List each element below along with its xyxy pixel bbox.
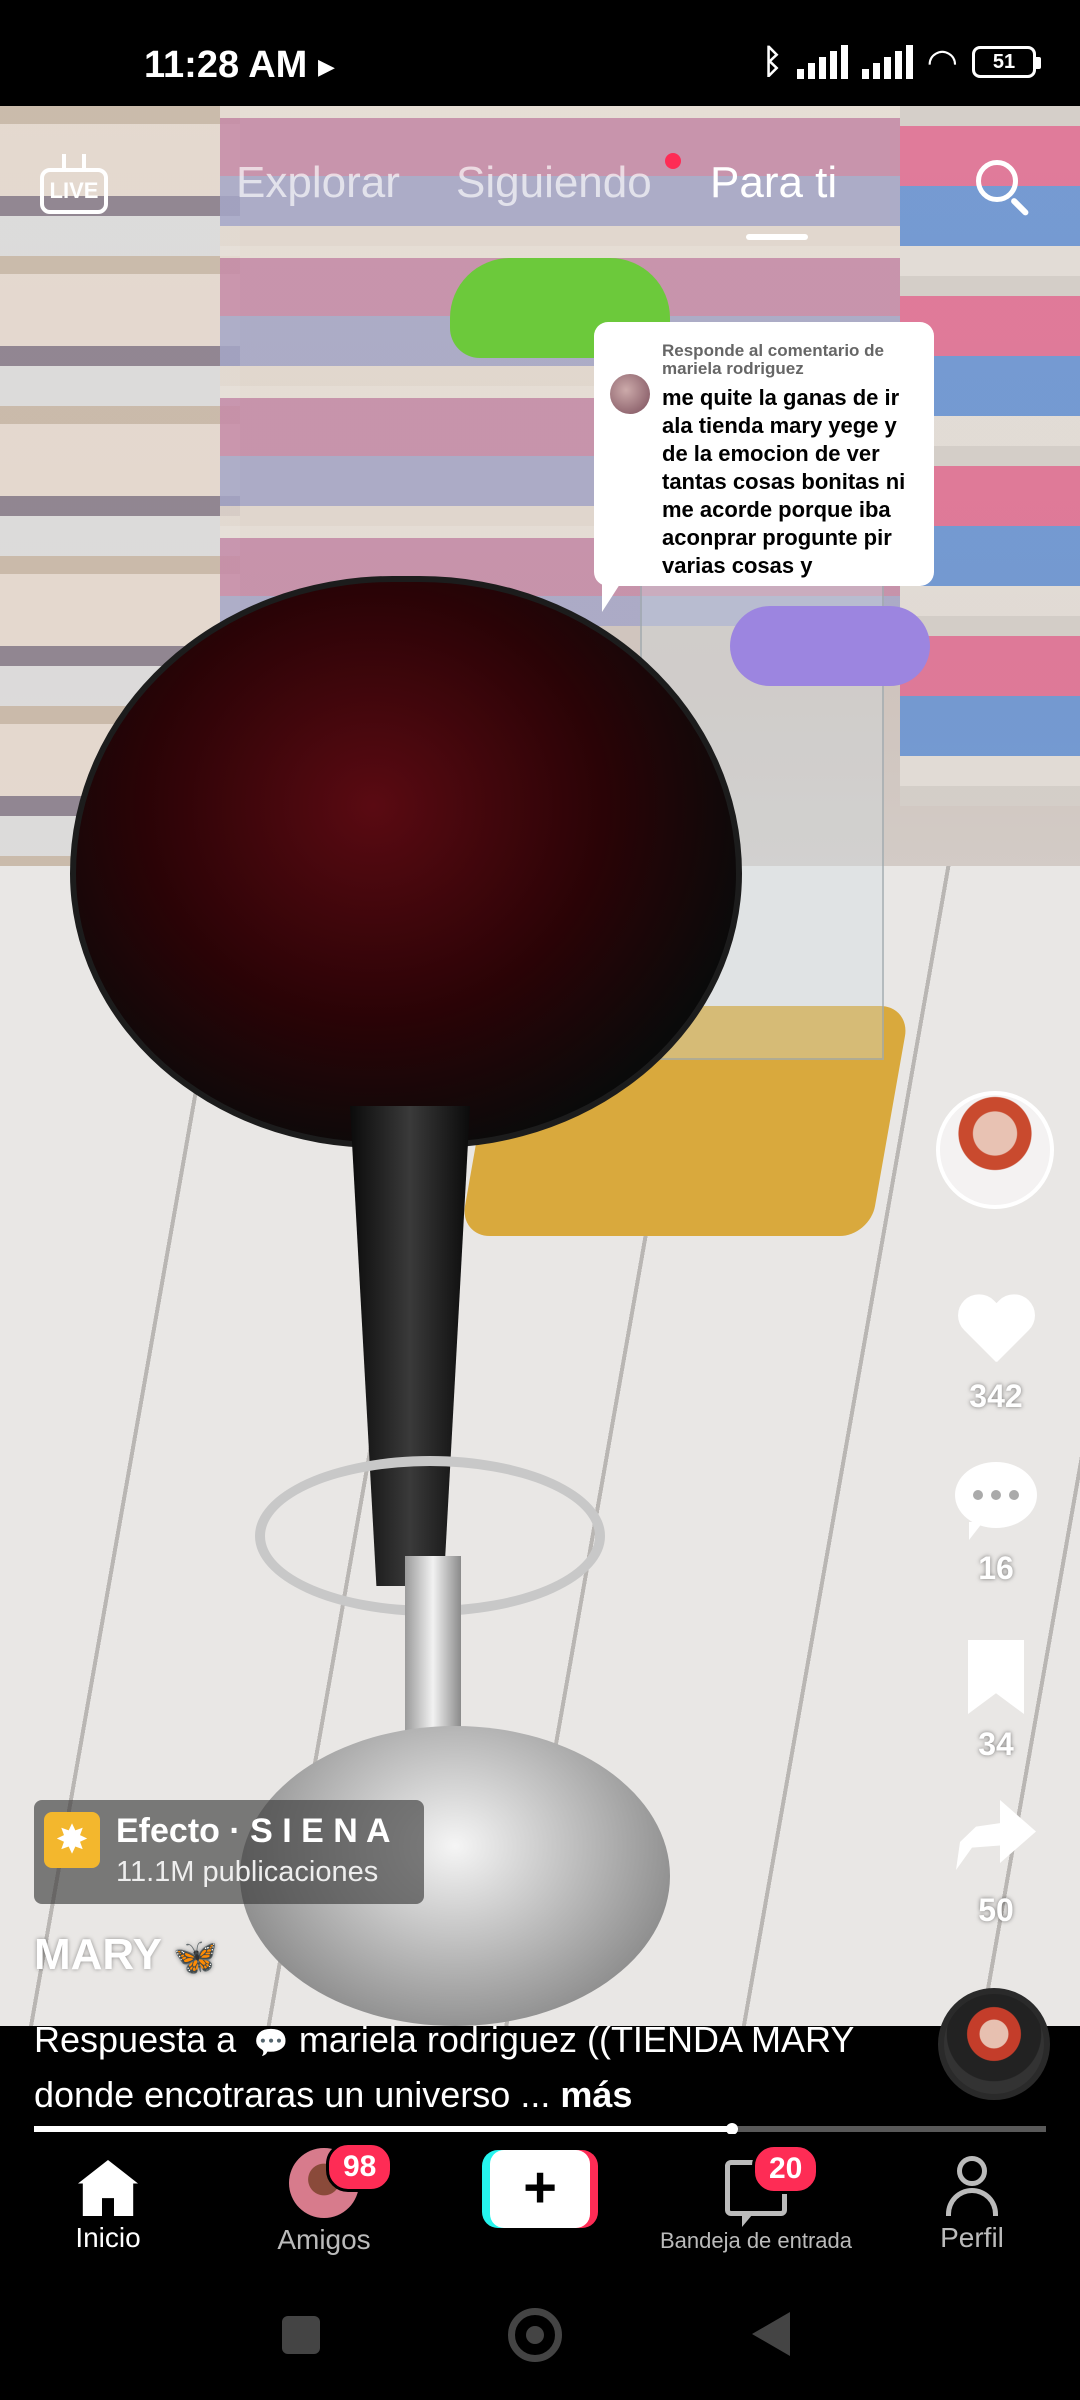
system-nav-bar xyxy=(0,2280,1080,2400)
commenter-avatar xyxy=(610,374,650,414)
wifi-icon: ◠ xyxy=(926,41,958,82)
search-icon xyxy=(976,160,1018,202)
reply-comment-sticker[interactable]: Responde al comentario de mariela rodrig… xyxy=(594,322,934,612)
bottom-nav: Inicio 98 Amigos + 20 Bandeja de entrada… xyxy=(0,2134,1080,2280)
author-username: MARY xyxy=(34,1930,162,1979)
active-tab-indicator xyxy=(746,234,808,240)
caption-mention[interactable]: mariela rodriguez xyxy=(299,2019,577,2060)
progress-fill xyxy=(34,2126,733,2132)
comment-bubble-icon: 💬 xyxy=(246,2027,289,2058)
effect-post-count: 11.1M publicaciones xyxy=(116,1856,379,1888)
profile-icon xyxy=(942,2156,1002,2216)
nav-perfil-label: Perfil xyxy=(940,2222,1004,2253)
tv-antenna-icon xyxy=(62,154,86,168)
back-button[interactable] xyxy=(752,2312,790,2356)
play-icon: ▶ xyxy=(318,54,335,79)
amigos-badge: 98 xyxy=(326,2142,394,2192)
sparkle-icon: ✸ xyxy=(44,1812,100,1868)
recents-button[interactable] xyxy=(282,2316,320,2354)
status-icons: ᛒ ◠ 51 xyxy=(762,41,1041,82)
create-post-button[interactable]: + xyxy=(482,2150,598,2228)
siguiendo-notification-dot xyxy=(665,153,681,169)
nav-perfil[interactable]: Perfil xyxy=(872,2148,1072,2254)
signal-icon xyxy=(861,45,913,79)
share-icon xyxy=(956,1800,1036,1870)
video-progress-bar[interactable] xyxy=(34,2123,1046,2135)
live-button[interactable]: LIVE xyxy=(40,154,114,216)
like-button[interactable]: 342 xyxy=(936,1296,1056,1415)
heart-icon xyxy=(955,1296,1037,1368)
bluetooth-icon: ᛒ xyxy=(762,42,783,81)
butterfly-emoji: 🦋 xyxy=(173,1936,219,1977)
author-name[interactable]: MARY 🦋 xyxy=(34,1930,218,1980)
nav-inicio[interactable]: Inicio xyxy=(8,2148,208,2254)
status-time: 11:28 AM xyxy=(144,44,308,86)
battery-icon: 51 xyxy=(972,46,1041,78)
creator-avatar[interactable] xyxy=(936,1091,1054,1209)
comment-icon xyxy=(955,1462,1037,1528)
like-count: 342 xyxy=(969,1378,1023,1414)
live-icon: LIVE xyxy=(40,168,108,214)
home-icon xyxy=(78,2160,138,2216)
comment-count: 16 xyxy=(978,1550,1014,1586)
more-button[interactable]: más xyxy=(560,2074,632,2115)
nav-amigos[interactable]: 98 Amigos xyxy=(224,2142,424,2256)
save-count: 34 xyxy=(978,1726,1014,1762)
battery-level: 51 xyxy=(992,51,1016,73)
nav-inicio-label: Inicio xyxy=(75,2222,141,2253)
bookmark-button[interactable]: 34 xyxy=(936,1640,1056,1763)
search-icon-handle xyxy=(1009,196,1030,217)
home-button[interactable] xyxy=(508,2308,562,2362)
tab-para-ti[interactable]: Para ti xyxy=(710,158,837,208)
search-button[interactable] xyxy=(972,156,1036,220)
music-disc[interactable] xyxy=(938,1988,1050,2100)
bookmark-icon xyxy=(968,1640,1024,1714)
nav-bandeja[interactable]: 20 Bandeja de entrada xyxy=(656,2144,856,2254)
tab-explorar[interactable]: Explorar xyxy=(236,158,400,208)
comment-button[interactable]: 16 xyxy=(936,1462,1056,1587)
nav-bandeja-label: Bandeja de entrada xyxy=(659,2228,853,2253)
bar-stool-seat xyxy=(70,576,742,1148)
reply-text: me quite la ganas de ir ala tienda mary … xyxy=(662,385,906,578)
top-nav: LIVE Explorar Siguiendo Para ti xyxy=(0,106,1080,256)
nav-amigos-label: Amigos xyxy=(277,2224,371,2255)
effect-name: Efecto · S I E N A xyxy=(116,1812,391,1850)
effect-chip[interactable]: ✸ Efecto · S I E N A 11.1M publicaciones xyxy=(34,1800,424,1904)
inbox-badge: 20 xyxy=(752,2144,820,2194)
reply-header: Responde al comentario de mariela rodrig… xyxy=(662,341,884,378)
purple-sandals xyxy=(730,606,930,686)
live-label: LIVE xyxy=(49,178,99,203)
status-bar: 11:28 AM ▶ ᛒ ◠ 51 xyxy=(0,0,1080,106)
share-count: 50 xyxy=(978,1892,1014,1928)
post-caption[interactable]: Respuesta a 💬 mariela rodriguez ((TIENDA… xyxy=(34,2014,894,2121)
share-button[interactable]: 50 xyxy=(936,1800,1056,1929)
caption-prefix: Respuesta a xyxy=(34,2019,237,2060)
signal-icon xyxy=(796,45,848,79)
tab-siguiendo[interactable]: Siguiendo xyxy=(456,158,652,208)
plus-icon: + xyxy=(490,2150,590,2228)
